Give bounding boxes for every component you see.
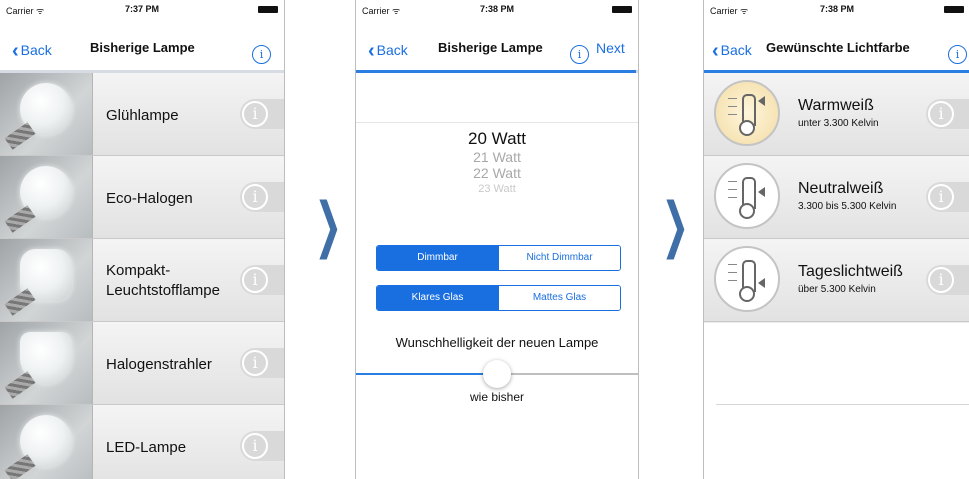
segment-mattes-glas[interactable]: Mattes Glas xyxy=(498,286,620,310)
info-icon: i xyxy=(242,350,268,376)
color-name: Warmweiß xyxy=(798,97,874,114)
list-item-label: Eco-Halogen xyxy=(106,190,193,207)
screen-previous-lamp-type: Carrier ᯤ 7:37 PM ‹ Back Bisherige Lampe … xyxy=(0,0,285,479)
back-label: Back xyxy=(376,42,408,58)
nav-bar: ‹ Back Bisherige Lampe i Next xyxy=(356,18,638,73)
clock: 7:37 PM xyxy=(124,4,159,14)
info-icon: i xyxy=(242,184,268,210)
info-icon: i xyxy=(242,433,268,459)
light-color-list: Warmweiß unter 3.300 Kelvin i Neutralwei… xyxy=(704,73,969,323)
info-icon: i xyxy=(928,101,954,127)
row-info-button[interactable]: i xyxy=(926,182,969,212)
wattage-picker[interactable]: 20 Watt 21 Watt 22 Watt 23 Watt xyxy=(356,122,638,195)
nav-bar: ‹ Back Gewünschte Lichtfarbe i xyxy=(704,18,969,73)
dimmable-segmented-control: Dimmbar Nicht Dimmbar xyxy=(376,245,621,271)
info-icon[interactable]: i xyxy=(948,45,967,64)
row-info-button[interactable]: i xyxy=(926,99,969,129)
picker-selected-value: 20 Watt xyxy=(468,129,526,148)
list-item-label: LED-Lampe xyxy=(106,439,187,456)
status-bar: Carrier ᯤ 7:38 PM xyxy=(356,0,638,18)
info-icon: i xyxy=(242,267,268,293)
status-bar: Carrier ᯤ 7:38 PM xyxy=(704,0,969,18)
list-item-warmweiss[interactable]: Warmweiß unter 3.300 Kelvin i xyxy=(704,73,969,156)
chevron-left-icon: ‹ xyxy=(368,40,375,62)
screen-previous-lamp-details: Carrier ᯤ 7:38 PM ‹ Back Bisherige Lampe … xyxy=(355,0,639,479)
thermometer-warm-icon xyxy=(714,80,780,146)
back-button[interactable]: ‹ Back xyxy=(368,38,408,62)
divider xyxy=(716,404,969,405)
slider-value-label: wie bisher xyxy=(469,390,525,404)
color-range: 3.300 bis 5.300 Kelvin xyxy=(798,201,897,212)
color-range: über 5.300 Kelvin xyxy=(798,284,876,295)
list-item-kompakt-leuchtstofflampe[interactable]: Kompakt- Leuchtstofflampe i xyxy=(0,239,284,322)
row-info-button[interactable]: i xyxy=(240,182,284,212)
picker-option[interactable]: 22 Watt xyxy=(356,165,638,181)
chevron-left-icon: ‹ xyxy=(712,40,719,62)
battery-icon xyxy=(612,6,632,13)
list-item-gluehlampe[interactable]: Glühlampe i xyxy=(0,73,284,156)
compact-fluorescent-bulb-icon xyxy=(0,239,93,321)
thermometer-daylight-icon xyxy=(714,246,780,312)
segment-dimmbar[interactable]: Dimmbar xyxy=(377,246,498,270)
row-info-button[interactable]: i xyxy=(240,99,284,129)
info-icon[interactable]: i xyxy=(252,45,271,64)
page-title: Bisherige Lampe xyxy=(438,40,543,55)
info-icon[interactable]: i xyxy=(570,45,589,64)
brightness-slider-fill xyxy=(356,373,497,375)
page-title: Bisherige Lampe xyxy=(90,40,195,55)
segment-klares-glas[interactable]: Klares Glas xyxy=(377,286,498,310)
color-name: Neutralweiß xyxy=(798,180,884,197)
glass-segmented-control: Klares Glas Mattes Glas xyxy=(376,285,621,311)
row-info-button[interactable]: i xyxy=(240,431,284,461)
list-item-label: Glühlampe xyxy=(106,107,179,124)
battery-icon xyxy=(258,6,278,13)
brightness-label: Wunschhelligkeit der neuen Lampe xyxy=(395,335,599,350)
chevron-left-icon: ‹ xyxy=(12,40,19,62)
list-item-halogenstrahler[interactable]: Halogenstrahler i xyxy=(0,322,284,405)
color-range: unter 3.300 Kelvin xyxy=(798,118,879,129)
chevron-right-icon: ❯ xyxy=(314,190,342,260)
list-item-led-lampe[interactable]: LED-Lampe i xyxy=(0,405,284,479)
eco-halogen-bulb-icon xyxy=(0,156,93,238)
thermometer-neutral-icon xyxy=(714,163,780,229)
battery-icon xyxy=(944,6,964,13)
list-item-label: Halogenstrahler xyxy=(106,356,212,373)
list-item-label: Kompakt- Leuchtstofflampe xyxy=(106,262,220,299)
info-icon: i xyxy=(928,184,954,210)
lamp-type-list: Glühlampe i Eco-Halogen i Kompakt- Leuch… xyxy=(0,73,284,479)
back-button[interactable]: ‹ Back xyxy=(12,38,52,62)
segment-nicht-dimmbar[interactable]: Nicht Dimmbar xyxy=(498,246,620,270)
list-item-eco-halogen[interactable]: Eco-Halogen i xyxy=(0,156,284,239)
info-icon: i xyxy=(928,267,954,293)
halogen-spot-bulb-icon xyxy=(0,322,93,404)
row-info-button[interactable]: i xyxy=(926,265,969,295)
picker-option[interactable]: 21 Watt xyxy=(356,149,638,165)
row-info-button[interactable]: i xyxy=(240,348,284,378)
list-item-tageslichtweiss[interactable]: Tageslichtweiß über 5.300 Kelvin i xyxy=(704,239,969,322)
info-icon: i xyxy=(242,101,268,127)
progress-bar xyxy=(356,70,636,73)
nav-bar: ‹ Back Bisherige Lampe i xyxy=(0,18,284,73)
chevron-right-icon: ❯ xyxy=(661,190,689,260)
row-info-button[interactable]: i xyxy=(240,265,284,295)
screen-desired-light-color: Carrier ᯤ 7:38 PM ‹ Back Gewünschte Licht… xyxy=(703,0,969,479)
led-bulb-icon xyxy=(0,405,93,479)
brightness-slider-thumb[interactable] xyxy=(483,360,511,388)
clock: 7:38 PM xyxy=(479,4,514,14)
back-label: Back xyxy=(20,42,52,58)
status-bar: Carrier ᯤ 7:37 PM xyxy=(0,0,284,18)
color-name: Tageslichtweiß xyxy=(798,263,903,280)
list-item-neutralweiss[interactable]: Neutralweiß 3.300 bis 5.300 Kelvin i xyxy=(704,156,969,239)
picker-option[interactable]: 23 Watt xyxy=(356,181,638,197)
clock: 7:38 PM xyxy=(819,4,854,14)
page-title: Gewünschte Lichtfarbe xyxy=(766,40,910,55)
back-button[interactable]: ‹ Back xyxy=(712,38,752,62)
incandescent-bulb-icon xyxy=(0,73,93,155)
next-button[interactable]: Next xyxy=(596,40,625,56)
back-label: Back xyxy=(720,42,752,58)
